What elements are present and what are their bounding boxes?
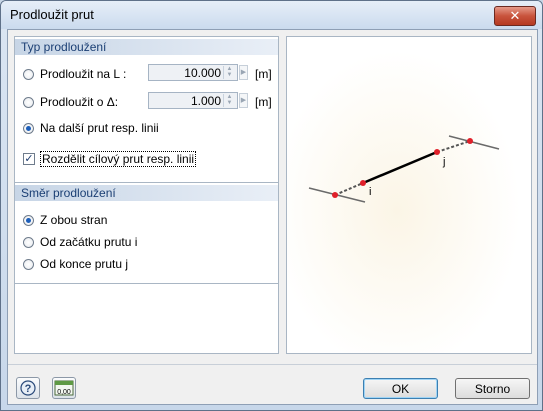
settings-panel: Typ prodloužení Prodloužit na L : 10.000… bbox=[14, 36, 279, 354]
radio-next-member[interactable] bbox=[23, 122, 34, 134]
member-node-i bbox=[360, 180, 366, 186]
option-from-start[interactable]: Od začátku prutu i bbox=[23, 235, 137, 249]
help-icon: ? bbox=[20, 380, 36, 396]
intersection-node-i bbox=[332, 192, 338, 198]
window-title: Prodloužit prut bbox=[10, 7, 94, 22]
split-target-option[interactable]: ✓ Rozdělit cílový prut resp. linii bbox=[23, 151, 197, 167]
length-unit: [m] bbox=[255, 67, 272, 81]
option-both-sides[interactable]: Z obou stran bbox=[23, 213, 107, 227]
option-extend-by-delta[interactable]: Prodloužit o Δ: bbox=[23, 95, 118, 109]
option-extend-to-length[interactable]: Prodloužit na L : bbox=[23, 67, 126, 81]
extension-segment-j bbox=[436, 140, 471, 153]
length-pick-button[interactable]: ▶ bbox=[239, 65, 248, 80]
delta-spinner[interactable]: ▲ ▼ bbox=[223, 94, 235, 107]
option-next-member[interactable]: Na další prut resp. linii bbox=[23, 121, 159, 135]
title-bar[interactable]: Prodloužit prut ✕ bbox=[1, 1, 542, 29]
delta-value: 1.000 bbox=[190, 94, 221, 108]
split-target-checkbox[interactable]: ✓ bbox=[23, 153, 35, 165]
node-j-label: j bbox=[442, 156, 445, 168]
radio-extend-to-length[interactable] bbox=[23, 68, 34, 80]
option-from-end-label: Od konce prutu j bbox=[40, 257, 129, 271]
radio-from-start[interactable] bbox=[23, 236, 34, 248]
help-button[interactable]: ? bbox=[16, 377, 40, 399]
option-both-sides-label: Z obou stran bbox=[40, 213, 108, 227]
member-node-j bbox=[434, 149, 440, 155]
radio-from-end[interactable] bbox=[23, 258, 34, 270]
group-divider bbox=[15, 283, 278, 284]
svg-text:0,00: 0,00 bbox=[57, 389, 71, 396]
split-target-label: Rozdělit cílový prut resp. linii bbox=[39, 151, 197, 167]
target-line-j bbox=[448, 135, 500, 150]
member-line bbox=[362, 150, 438, 185]
delta-unit: [m] bbox=[255, 95, 272, 109]
option-next-member-label: Na další prut resp. linii bbox=[40, 121, 159, 135]
direction-header: Směr prodloužení bbox=[15, 185, 278, 201]
radio-both-sides[interactable] bbox=[23, 214, 34, 226]
delta-pick-button[interactable]: ▶ bbox=[239, 93, 248, 108]
option-extend-to-length-label: Prodloužit na L : bbox=[40, 67, 127, 81]
preview-panel: i j bbox=[286, 36, 532, 354]
svg-text:?: ? bbox=[25, 383, 32, 395]
node-i-label: i bbox=[369, 186, 371, 198]
dialog-window: Prodloužit prut ✕ Typ prodloužení Prodlo… bbox=[0, 0, 543, 411]
units-icon: 0,00 bbox=[54, 380, 74, 396]
length-value: 10.000 bbox=[184, 66, 221, 80]
preview-diagram: i j bbox=[308, 135, 500, 203]
length-input[interactable]: 10.000 ▲ ▼ bbox=[148, 64, 238, 81]
intersection-node-j bbox=[467, 138, 473, 144]
close-icon: ✕ bbox=[509, 8, 521, 23]
dialog-client: Typ prodloužení Prodloužit na L : 10.000… bbox=[7, 29, 538, 405]
units-button[interactable]: 0,00 bbox=[52, 377, 76, 399]
option-extend-by-delta-label: Prodloužit o Δ: bbox=[40, 95, 119, 109]
delta-input[interactable]: 1.000 ▲ ▼ bbox=[148, 92, 238, 109]
extension-segment-i bbox=[334, 182, 364, 196]
length-spinner[interactable]: ▲ ▼ bbox=[223, 66, 235, 79]
group-divider bbox=[15, 182, 278, 183]
footer-divider bbox=[8, 364, 537, 365]
close-button[interactable]: ✕ bbox=[494, 6, 536, 26]
option-from-start-label: Od začátku prutu i bbox=[40, 235, 138, 249]
radio-extend-by-delta[interactable] bbox=[23, 96, 34, 108]
extension-type-header: Typ prodloužení bbox=[15, 39, 278, 55]
ok-button[interactable]: OK bbox=[363, 378, 438, 399]
cancel-button[interactable]: Storno bbox=[455, 378, 530, 399]
option-from-end[interactable]: Od konce prutu j bbox=[23, 257, 128, 271]
